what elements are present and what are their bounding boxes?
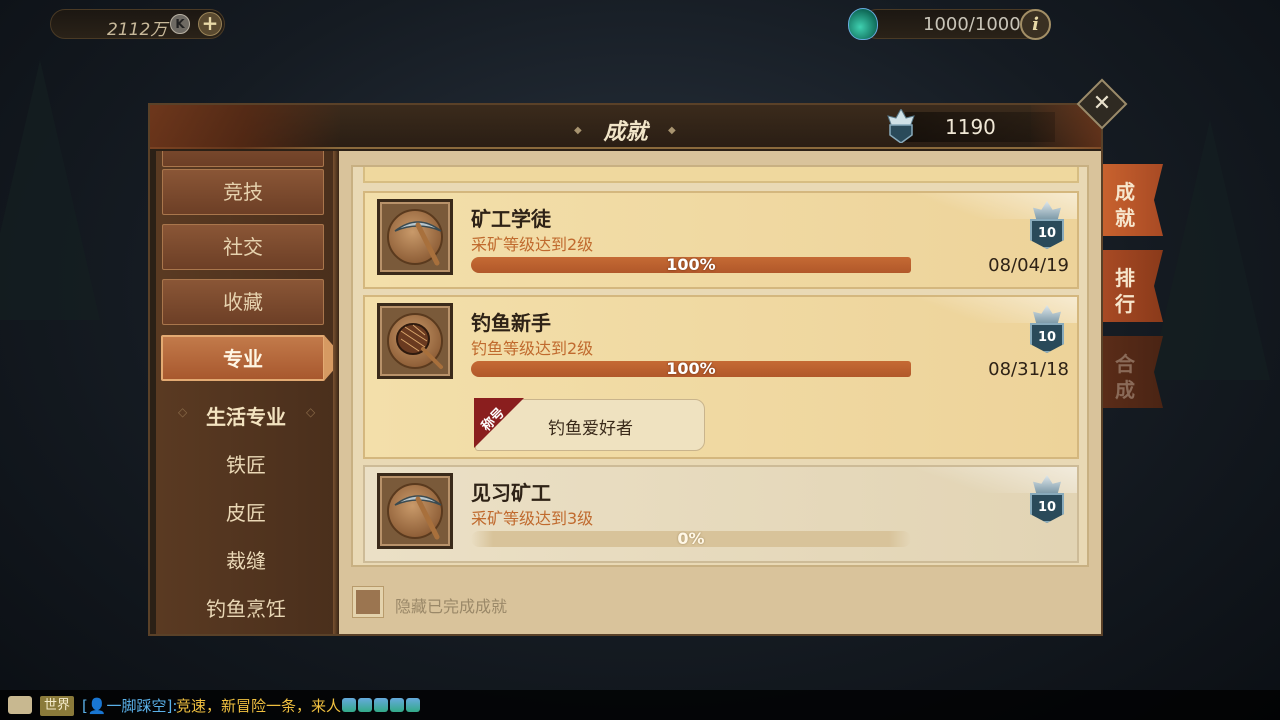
emoji-icon [374, 698, 388, 712]
achievement-card[interactable]: 矿工学徒 采矿等级达到2级 100% 10 08/04/19 [363, 191, 1079, 289]
achievement-description: 采矿等级达到2级 [471, 235, 594, 254]
close-icon: ✕ [1092, 91, 1112, 116]
badge-points: 10 [1037, 226, 1057, 241]
achievement-points: 1190 [945, 115, 996, 139]
achievement-points-badge-icon: 10 [1027, 475, 1067, 527]
completion-date: 08/04/19 [988, 255, 1069, 276]
badge-points: 10 [1037, 330, 1057, 345]
title-reward[interactable]: 称号 钓鱼爱好者 [474, 398, 705, 451]
energy-value: 1000/1000 [923, 14, 1021, 35]
background-tree [1150, 120, 1270, 380]
emoji-icon [342, 698, 356, 712]
category-sidebar: 竞技 社交 收藏 专业 ◇ 生活专业 ◇ 铁匠 皮匠 裁缝 钓鱼烹饪 [156, 151, 336, 634]
tab-label: 行 [1115, 292, 1135, 316]
achievement-card[interactable]: 钓鱼新手 钓鱼等级达到2级 100% 10 08/31/18 称号 钓鱼爱好者 [363, 295, 1079, 459]
achievement-description: 采矿等级达到3级 [471, 509, 594, 528]
achievement-content: 矿工学徒 采矿等级达到2级 100% 10 08/04/19 钓鱼新手 钓鱼等级… [339, 151, 1101, 634]
emoji-icon [358, 698, 372, 712]
tab-achievement[interactable]: 成 就 [1103, 164, 1163, 236]
info-button[interactable]: i [1020, 9, 1051, 40]
progress-bar: 0% [471, 529, 911, 548]
chat-username[interactable]: [👤一脚踩空]: [82, 695, 177, 716]
progress-text: 100% [666, 255, 716, 274]
nav-item-social[interactable]: 社交 [162, 224, 324, 270]
achievement-description: 钓鱼等级达到2级 [471, 339, 594, 358]
achievement-card-partial [363, 167, 1079, 183]
achievement-card[interactable]: 见习矿工 采矿等级达到3级 0% 10 [363, 465, 1079, 563]
progress-text: 0% [677, 529, 705, 548]
reward-title: 钓鱼爱好者 [548, 419, 633, 439]
badge-points: 10 [1037, 500, 1057, 515]
nav-item-collection[interactable]: 收藏 [162, 279, 324, 325]
tab-label: 合 [1115, 352, 1135, 376]
achievement-points-icon [887, 109, 915, 143]
sub-item-blacksmith[interactable]: 铁匠 [156, 449, 336, 478]
achievement-name: 见习矿工 [471, 481, 551, 505]
tab-label: 成 [1115, 180, 1135, 204]
add-gold-button[interactable]: + [198, 12, 222, 36]
pickaxe-icon [377, 199, 453, 275]
sub-item-fishing-cooking[interactable]: 钓鱼烹饪 [156, 593, 336, 622]
achievement-points-badge-icon: 10 [1027, 201, 1067, 253]
completion-date: 08/31/18 [988, 359, 1069, 380]
diamond-deco-icon: ◇ [306, 405, 316, 419]
nav-item-hidden[interactable] [162, 151, 324, 167]
tab-ranking[interactable]: 排 行 [1103, 250, 1163, 322]
gold-value: 2112万 [107, 20, 168, 40]
hide-completed-label: 隐藏已完成成就 [395, 597, 508, 616]
achievement-name: 矿工学徒 [471, 207, 551, 231]
potion-icon [848, 8, 878, 40]
chat-bubble-icon[interactable] [8, 696, 32, 714]
achievement-list[interactable]: 矿工学徒 采矿等级达到2级 100% 10 08/04/19 钓鱼新手 钓鱼等级… [351, 165, 1089, 567]
chat-message: 竞速，新冒险一条，来人 [176, 697, 342, 715]
nav-item-arena[interactable]: 竞技 [162, 169, 324, 215]
title-diamond-icon: ◆ [668, 125, 676, 136]
pickaxe-icon [377, 473, 453, 549]
k-coin-icon: K [170, 14, 190, 34]
tab-label: 就 [1115, 206, 1135, 230]
background-tree [0, 60, 100, 320]
tab-label: 成 [1115, 378, 1135, 402]
sub-item-leatherwork[interactable]: 皮匠 [156, 497, 336, 526]
emoji-icon [406, 698, 420, 712]
sub-item-tailoring[interactable]: 裁缝 [156, 545, 336, 574]
achievement-panel: ◆ 成就 ◆ 1190 竞技 社交 收藏 专业 ◇ 生活专业 ◇ 铁匠 皮匠 裁… [148, 103, 1103, 636]
fishing-net-icon [377, 303, 453, 379]
achievement-name: 钓鱼新手 [471, 311, 551, 335]
chat-channel[interactable]: 世界 [40, 696, 74, 716]
progress-text: 100% [666, 359, 716, 378]
emoji-icon [390, 698, 404, 712]
hide-completed-checkbox[interactable] [353, 587, 383, 617]
chat-bar[interactable]: 世界 [👤一脚踩空]: 竞速，新冒险一条，来人 [0, 690, 1280, 720]
progress-bar: 100% [471, 359, 911, 378]
tab-label: 排 [1115, 266, 1135, 290]
progress-bar: 100% [471, 255, 911, 274]
nav-item-profession[interactable]: 专业 [161, 335, 325, 381]
tab-synthesis[interactable]: 合 成 [1103, 336, 1163, 408]
title-bar: ◆ 成就 ◆ 1190 [150, 105, 1101, 149]
achievement-points-badge-icon: 10 [1027, 305, 1067, 357]
